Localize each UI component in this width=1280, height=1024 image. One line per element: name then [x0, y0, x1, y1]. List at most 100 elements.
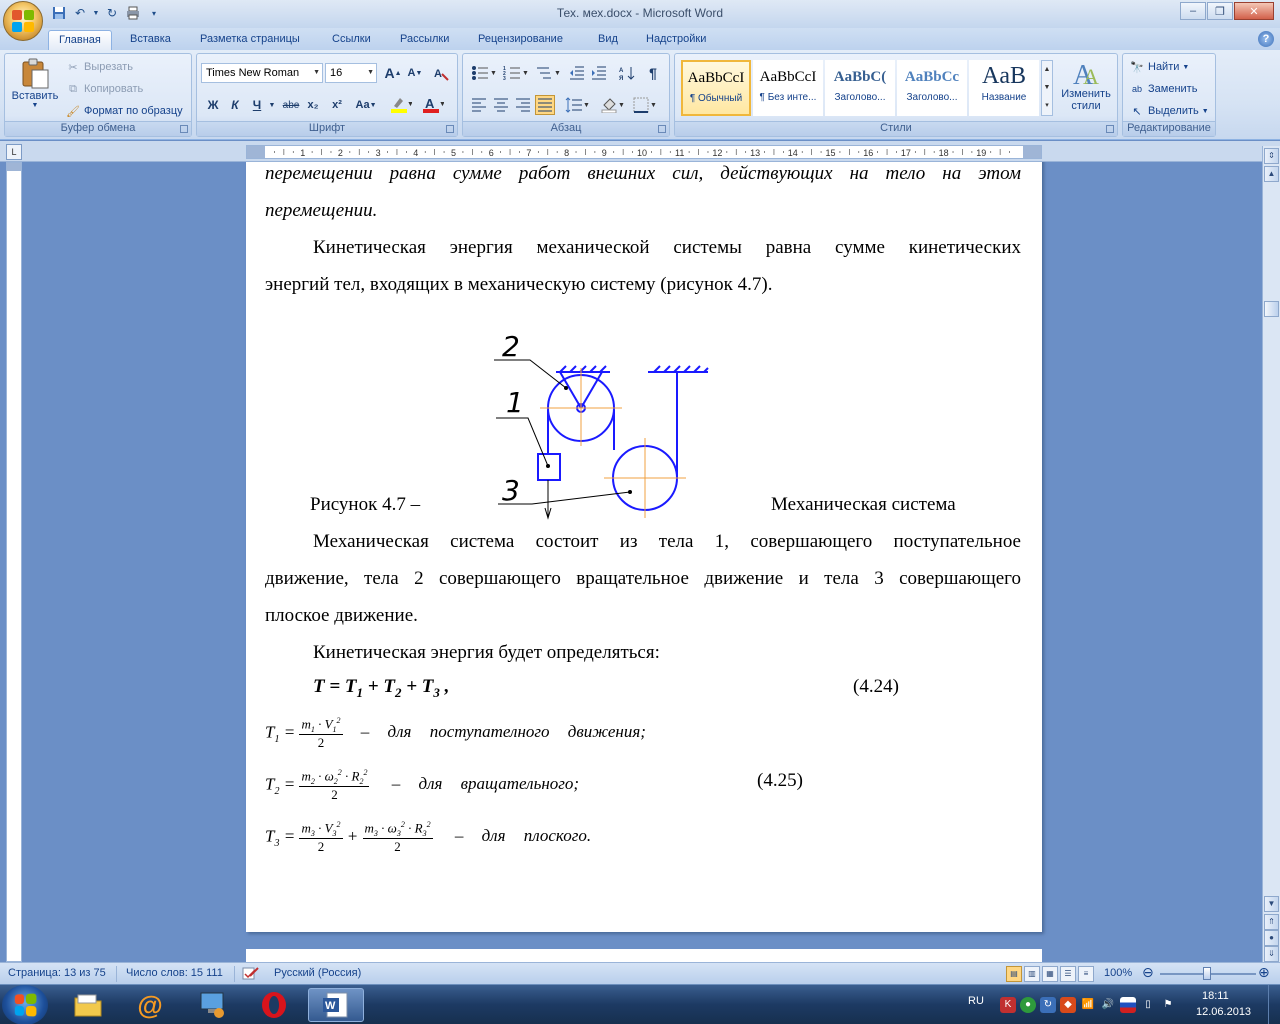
tab-insert[interactable]: Вставка — [120, 30, 181, 50]
update-tray-icon[interactable]: ↻ — [1040, 997, 1056, 1013]
draft-view-icon[interactable]: ≡ — [1078, 966, 1094, 982]
superscript-button[interactable]: x² — [327, 95, 347, 115]
styles-launcher-icon[interactable] — [1106, 125, 1114, 133]
shrink-font-button[interactable]: A ▼ — [405, 63, 425, 83]
styles-gallery-scroll[interactable]: ▲ ▼ ▾ — [1041, 60, 1053, 116]
tab-selector-button[interactable]: L — [6, 144, 22, 160]
style-heading-1[interactable]: AaBbC( Заголово... — [825, 60, 895, 116]
split-view-icon[interactable]: ⇕ — [1264, 148, 1279, 164]
scroll-up-icon[interactable]: ▲ — [1264, 166, 1279, 182]
explorer-taskbar-icon[interactable] — [60, 988, 116, 1022]
justify-icon[interactable] — [535, 95, 555, 115]
sort-icon[interactable]: AЯ — [617, 63, 637, 83]
web-layout-icon[interactable]: ▦ — [1042, 966, 1058, 982]
outline-view-icon[interactable]: ☰ — [1060, 966, 1076, 982]
style-normal[interactable]: AaBbCcI ¶ Обычный — [681, 60, 751, 116]
multilevel-list-icon[interactable]: ▼ — [533, 63, 563, 83]
underline-dropdown-icon[interactable]: ▼ — [267, 95, 277, 115]
zoom-level[interactable]: 100% — [1104, 967, 1132, 979]
help-icon[interactable]: ? — [1258, 31, 1274, 47]
status-language[interactable]: Русский (Россия) — [274, 967, 361, 979]
borders-icon[interactable]: ▼ — [631, 95, 659, 115]
underline-button[interactable]: Ч — [247, 95, 267, 115]
tab-page-layout[interactable]: Разметка страницы — [190, 30, 310, 50]
font-size-combo[interactable]: 16 ▼ — [325, 63, 377, 83]
battery-tray-icon[interactable]: ▯ — [1140, 997, 1156, 1013]
font-color-button[interactable]: A ▼ — [419, 95, 447, 115]
paste-button[interactable]: Вставить ▼ — [9, 58, 61, 109]
clipboard-launcher-icon[interactable] — [180, 125, 188, 133]
tab-view[interactable]: Вид — [588, 30, 628, 50]
select-browse-object-icon[interactable]: ● — [1264, 930, 1279, 946]
word-taskbar-icon[interactable]: W — [308, 988, 364, 1022]
maximize-button[interactable]: ❐ — [1207, 2, 1233, 20]
network-taskbar-icon[interactable] — [184, 988, 240, 1022]
whatsapp-tray-icon[interactable]: ● — [1020, 997, 1036, 1013]
font-family-combo[interactable]: Times New Roman ▼ — [201, 63, 323, 83]
tray-date[interactable]: 12.06.2013 — [1196, 1006, 1251, 1018]
strikethrough-button[interactable]: abe — [281, 95, 301, 115]
change-styles-button[interactable]: AA Изменить стили — [1057, 58, 1115, 112]
zoom-slider-thumb[interactable] — [1203, 967, 1211, 980]
replace-button[interactable]: ab Заменить — [1129, 81, 1197, 97]
previous-page-icon[interactable]: ⇑ — [1264, 914, 1279, 930]
subscript-button[interactable]: x₂ — [303, 95, 323, 115]
russia-flag-icon[interactable] — [1120, 997, 1136, 1013]
full-screen-reading-icon[interactable]: ▥ — [1024, 966, 1040, 982]
grow-font-button[interactable]: A ▲ — [383, 63, 403, 83]
network-tray-icon[interactable]: 📶 — [1080, 997, 1096, 1013]
close-button[interactable]: ✕ — [1234, 2, 1274, 20]
bullets-icon[interactable]: ▼ — [469, 63, 499, 83]
find-button[interactable]: 🔭 Найти ▼ — [1129, 59, 1189, 75]
show-desktop-button[interactable] — [1268, 985, 1280, 1024]
start-button[interactable] — [2, 985, 48, 1024]
tab-references[interactable]: Ссылки — [322, 30, 381, 50]
increase-indent-icon[interactable] — [589, 63, 609, 83]
volume-tray-icon[interactable]: 🔊 — [1100, 997, 1116, 1013]
style-no-spacing[interactable]: AaBbCcI ¶ Без инте... — [753, 60, 823, 116]
align-center-icon[interactable] — [491, 95, 511, 115]
italic-button[interactable]: К — [225, 95, 245, 115]
cut-button[interactable]: ✂ Вырезать — [65, 59, 133, 75]
vertical-scrollbar[interactable]: ⇕ ▲ ▼ ⇑ ● ⇓ — [1262, 146, 1280, 962]
align-right-icon[interactable] — [513, 95, 533, 115]
numbering-icon[interactable]: 1 2 3 ▼ — [501, 63, 531, 83]
print-layout-view-icon[interactable]: ▤ — [1006, 966, 1022, 982]
horizontal-ruler[interactable]: 1 2 3 4 5 6 7 8 9 10 11 12 13 14 15 16 17 18 19 — [246, 145, 1042, 159]
zoom-in-icon[interactable]: ⊕ — [1258, 964, 1270, 981]
bold-button[interactable]: Ж — [203, 95, 223, 115]
font-launcher-icon[interactable] — [446, 125, 454, 133]
zoom-out-icon[interactable]: ⊖ — [1142, 964, 1154, 981]
tab-review[interactable]: Рецензирование — [468, 30, 573, 50]
decrease-indent-icon[interactable] — [567, 63, 587, 83]
tab-addins[interactable]: Надстройки — [636, 30, 716, 50]
shading-icon[interactable]: ▼ — [599, 95, 627, 115]
mail-agent-taskbar-icon[interactable]: @ — [122, 988, 178, 1022]
antivirus-tray-icon[interactable]: K — [1000, 997, 1016, 1013]
style-heading-2[interactable]: AaBbCc Заголово... — [897, 60, 967, 116]
align-left-icon[interactable] — [469, 95, 489, 115]
change-case-button[interactable]: Aa ▼ — [353, 95, 379, 115]
show-formatting-marks-icon[interactable]: ¶ — [643, 63, 663, 83]
tab-home[interactable]: Главная — [48, 30, 112, 50]
status-word-count[interactable]: Число слов: 15 111 — [126, 967, 223, 979]
tray-time[interactable]: 18:11 — [1202, 990, 1229, 1002]
select-button[interactable]: ↖ Выделить ▼ — [1129, 103, 1208, 119]
highlight-button[interactable]: ▼ — [387, 95, 415, 115]
document-page[interactable]: перемещении равна сумме работ внешних си… — [246, 162, 1042, 932]
flag-tray-icon[interactable]: ⚑ — [1160, 997, 1176, 1013]
spelling-check-icon[interactable] — [242, 967, 260, 984]
scroll-down-icon[interactable]: ▼ — [1264, 896, 1279, 912]
tray-language[interactable]: RU — [968, 995, 984, 1007]
minimize-button[interactable]: – — [1180, 2, 1206, 20]
vertical-ruler[interactable] — [6, 162, 22, 962]
tab-mailings[interactable]: Рассылки — [390, 30, 459, 50]
copy-button[interactable]: ⧉ Копировать — [65, 81, 143, 97]
clear-formatting-icon[interactable]: A — [431, 63, 451, 83]
format-painter-button[interactable]: 🖌 Формат по образцу — [65, 103, 183, 119]
paragraph-launcher-icon[interactable] — [658, 125, 666, 133]
status-page[interactable]: Страница: 13 из 75 — [8, 967, 106, 979]
opera-taskbar-icon[interactable] — [246, 988, 302, 1022]
next-page[interactable] — [246, 949, 1042, 962]
app-tray-icon[interactable]: ◆ — [1060, 997, 1076, 1013]
